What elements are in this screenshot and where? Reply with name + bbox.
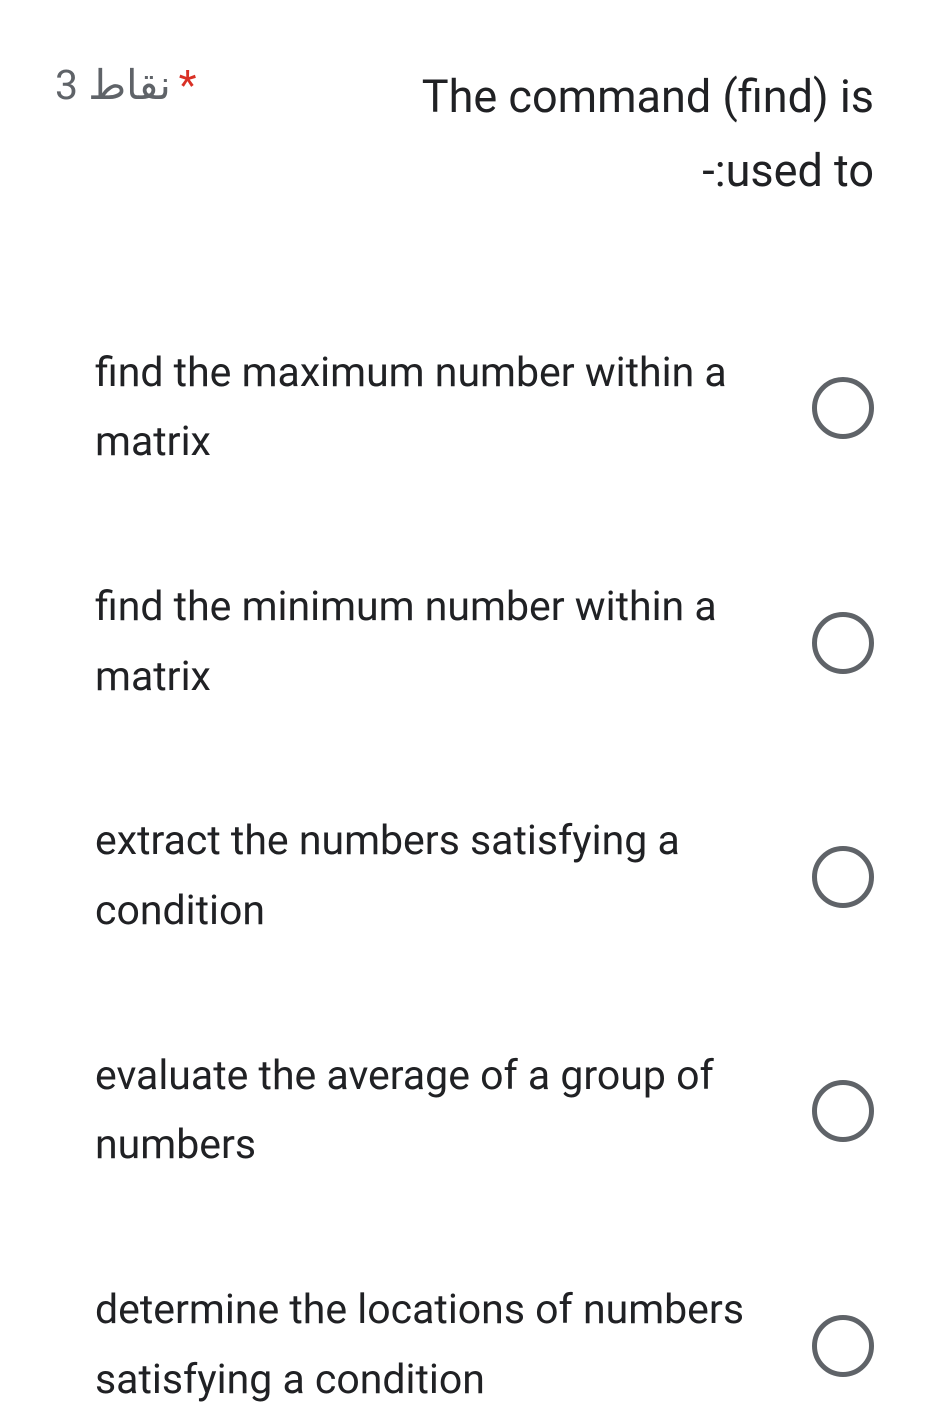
radio-icon[interactable]: [812, 1080, 874, 1142]
option-row-3[interactable]: evaluate the average of a group of numbe…: [95, 1042, 874, 1181]
option-row-0[interactable]: find the maximum number within a matrix: [95, 339, 874, 478]
radio-icon[interactable]: [812, 612, 874, 674]
points-wrapper: 3 نقاط*: [55, 60, 196, 113]
option-label: evaluate the average of a group of numbe…: [95, 1042, 782, 1181]
option-row-2[interactable]: extract the numbers satisfying a conditi…: [95, 807, 874, 946]
question-text-wrapper: The command (find) is -:used to: [216, 60, 874, 209]
option-label: extract the numbers satisfying a conditi…: [95, 807, 782, 946]
radio-icon[interactable]: [812, 377, 874, 439]
required-asterisk: *: [179, 62, 197, 110]
option-label: find the maximum number within a matrix: [95, 339, 782, 478]
option-row-4[interactable]: determine the locations of numbers satis…: [95, 1276, 874, 1415]
option-row-1[interactable]: find the minimum number within a matrix: [95, 573, 874, 712]
question-text-line1: The command (find) is: [216, 60, 874, 134]
radio-icon[interactable]: [812, 1315, 874, 1377]
option-label: find the minimum number within a matrix: [95, 573, 782, 712]
question-text-line2: -:used to: [216, 134, 874, 208]
radio-icon[interactable]: [812, 846, 874, 908]
points-label: 3 نقاط: [55, 62, 171, 110]
question-header: 3 نقاط* The command (find) is -:used to: [55, 60, 874, 209]
option-label: determine the locations of numbers satis…: [95, 1276, 782, 1415]
options-list: find the maximum number within a matrix …: [55, 339, 874, 1415]
